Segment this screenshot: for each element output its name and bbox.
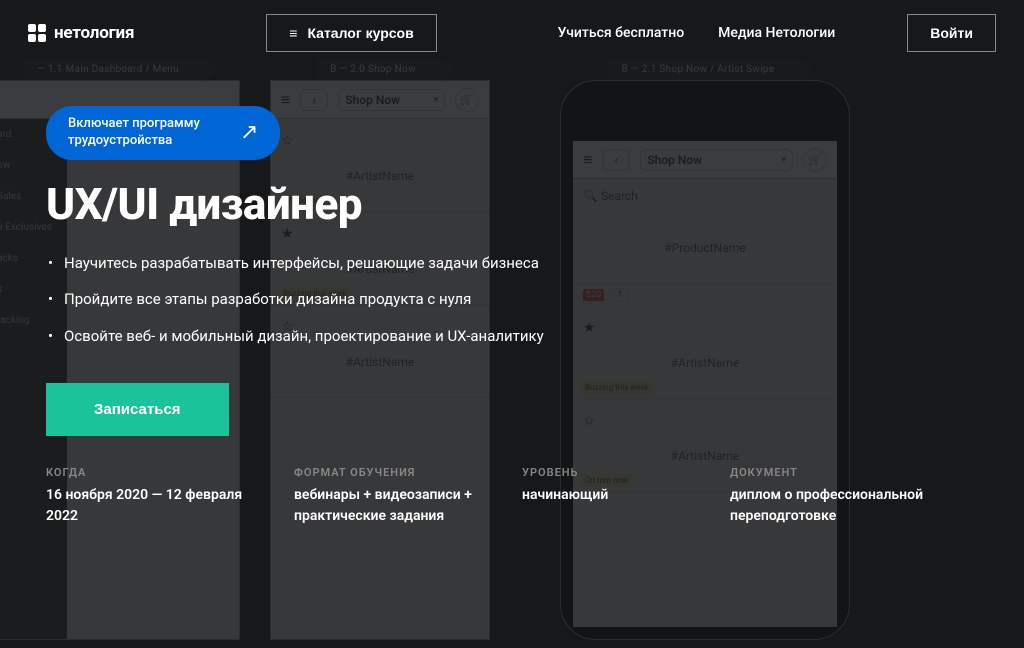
info-label: ФОРМАТ ОБУЧЕНИЯ [294, 466, 494, 479]
login-button[interactable]: Войти [907, 14, 996, 52]
logo-icon [28, 24, 46, 42]
info-level: УРОВЕНЬ начинающий [522, 466, 702, 526]
top-nav: Учиться бесплатно Медиа Нетологии [558, 25, 836, 41]
info-label: ДОКУМЕНТ [730, 466, 990, 479]
employment-badge[interactable]: Включает программу трудоустройства ↗ [46, 106, 280, 160]
info-format: ФОРМАТ ОБУЧЕНИЯ вебинары + видеозаписи +… [294, 466, 494, 526]
nav-free-learning[interactable]: Учиться бесплатно [558, 25, 685, 41]
course-info-row: КОГДА 16 ноября 2020 — 12 февраля 2022 Ф… [0, 436, 1024, 526]
info-document: ДОКУМЕНТ диплом о профессиональной переп… [730, 466, 990, 526]
bullet-item: Освойте веб- и мобильный дизайн, проекти… [46, 325, 546, 348]
arrow-up-right-icon: ↗ [240, 119, 258, 148]
hero-bullets: Научитесь разрабатывать интерфейсы, реша… [46, 252, 978, 348]
catalog-label: Каталог курсов [307, 25, 413, 41]
brand-name: нетология [54, 23, 134, 43]
info-value: 16 ноября 2020 — 12 февраля 2022 [46, 485, 266, 526]
hero-section: Включает программу трудоустройства ↗ UX/… [0, 66, 1024, 436]
nav-media[interactable]: Медиа Нетологии [718, 25, 835, 41]
info-value: диплом о профессиональной переподготовке [730, 485, 990, 526]
enroll-button[interactable]: Записаться [46, 383, 229, 436]
info-when: КОГДА 16 ноября 2020 — 12 февраля 2022 [46, 466, 266, 526]
info-value: вебинары + видеозаписи + практические за… [294, 485, 494, 526]
badge-text: Включает программу трудоустройства [68, 116, 228, 150]
info-value: начинающий [522, 485, 702, 505]
brand-logo[interactable]: нетология [28, 23, 134, 43]
menu-icon: ≡ [289, 25, 297, 41]
site-header: нетология ≡ Каталог курсов Учиться беспл… [0, 0, 1024, 66]
info-label: КОГДА [46, 466, 266, 479]
catalog-button[interactable]: ≡ Каталог курсов [266, 14, 436, 52]
bullet-item: Пройдите все этапы разработки дизайна пр… [46, 288, 546, 311]
bullet-item: Научитесь разрабатывать интерфейсы, реша… [46, 252, 546, 275]
page-title: UX/UI дизайнер [46, 178, 978, 230]
info-label: УРОВЕНЬ [522, 466, 702, 479]
